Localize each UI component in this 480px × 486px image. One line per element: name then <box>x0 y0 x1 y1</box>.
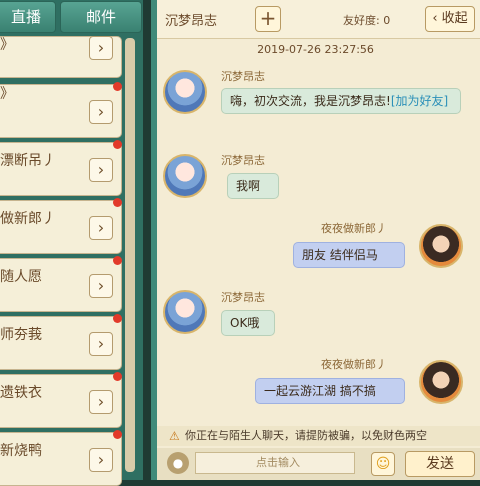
sender-name: 夜夜做新郎丿 <box>321 222 387 235</box>
chevron-right-icon[interactable]: › <box>89 158 113 182</box>
chevron-right-icon[interactable]: › <box>89 100 113 124</box>
input-bar: ● 点击输入 ☺ 发送 <box>157 448 480 480</box>
chevron-right-icon[interactable]: › <box>89 216 113 240</box>
unread-dot <box>113 256 122 265</box>
emoji-icon[interactable]: ☺ <box>371 452 395 476</box>
message-bubble: OK哦 <box>221 310 275 336</box>
message-text: OK哦 <box>230 316 260 330</box>
sender-name: 沉梦昂志 <box>221 154 265 167</box>
notice-text: 你正在与陌生人聊天，请提防被骗，以免财色两空 <box>185 429 427 442</box>
unread-dot <box>113 372 122 381</box>
contact-item[interactable]: 师夯莪 › <box>0 314 122 370</box>
chat-title: 沉梦昂志 <box>165 14 218 29</box>
chat-header: 沉梦昂志 + 友好度: 0 ‹ 收起 <box>157 0 480 39</box>
panel-border <box>151 0 157 480</box>
message-bubble: 朋友 结伴侣马 <box>293 242 405 268</box>
avatar[interactable] <box>163 154 207 198</box>
contact-item[interactable]: 遗铁衣 › <box>0 372 122 428</box>
contact-item[interactable]: 随人愿 › <box>0 256 122 312</box>
contacts-panel: 直播 邮件 》 › 》 › 漂断吊丿 › 做新郎丿 › 随人愿 › 师夯莪 › … <box>0 0 143 486</box>
send-button[interactable]: 发送 <box>405 451 475 477</box>
contact-item[interactable]: 新烧鸭 › <box>0 430 122 486</box>
unread-dot <box>113 198 122 207</box>
unread-dot <box>113 430 122 439</box>
message-timestamp: 2019-07-26 23:27:56 <box>257 43 374 56</box>
message-text: 一起云游江湖 搞不搞 <box>264 384 376 398</box>
chevron-right-icon[interactable]: › <box>89 390 113 414</box>
safety-notice: ⚠ 你正在与陌生人聊天，请提防被骗，以免财色两空 <box>157 426 480 446</box>
contact-name: 新烧鸭 <box>0 443 42 459</box>
collapse-button[interactable]: ‹ 收起 <box>425 6 475 32</box>
sender-name: 沉梦昂志 <box>221 291 265 304</box>
message-input[interactable]: 点击输入 <box>195 452 355 474</box>
contact-item[interactable]: 》 › <box>0 36 122 78</box>
message-bubble: 一起云游江湖 搞不搞 <box>255 378 405 404</box>
tab-mail[interactable]: 邮件 <box>60 1 142 33</box>
avatar[interactable] <box>419 360 463 404</box>
contact-name: 》 <box>0 86 14 102</box>
contact-item[interactable]: 》 › <box>0 82 122 138</box>
contacts-scrollbar[interactable] <box>125 38 135 472</box>
friendship-value: 0 <box>383 14 391 27</box>
microphone-icon[interactable]: ● <box>167 452 189 474</box>
chevron-right-icon[interactable]: › <box>89 36 113 60</box>
message-text: 我啊 <box>236 179 261 193</box>
avatar[interactable] <box>419 224 463 268</box>
add-friend-button[interactable]: + <box>255 6 281 32</box>
sender-name: 沉梦昂志 <box>221 70 265 83</box>
unread-dot <box>113 82 122 91</box>
chevron-right-icon[interactable]: › <box>89 448 113 472</box>
avatar[interactable] <box>163 290 207 334</box>
message-bubble: 嗨，初次交流，我是沉梦昂志![加为好友] <box>221 88 461 114</box>
friendship-label: 友好度: <box>343 14 380 27</box>
contact-name: 》 <box>0 37 14 53</box>
chevron-right-icon[interactable]: › <box>89 332 113 356</box>
message-bubble: 我啊 <box>227 173 279 199</box>
friendship-display: 友好度: 0 <box>343 12 390 28</box>
avatar[interactable] <box>163 70 207 114</box>
contact-item[interactable]: 做新郎丿 › <box>0 198 122 254</box>
add-friend-link[interactable]: [加为好友] <box>391 94 448 108</box>
contact-name: 师夯莪 <box>0 327 42 343</box>
chevron-right-icon[interactable]: › <box>89 274 113 298</box>
unread-dot <box>113 314 122 323</box>
unread-dot <box>113 140 122 149</box>
message-text: 朋友 结伴侣马 <box>302 248 378 262</box>
contact-name: 随人愿 <box>0 269 42 285</box>
contact-name: 做新郎丿 <box>0 211 56 227</box>
contact-item[interactable]: 漂断吊丿 › <box>0 140 122 196</box>
warning-icon: ⚠ <box>169 429 180 443</box>
sender-name: 夜夜做新郎丿 <box>321 358 387 371</box>
tab-bar: 直播 邮件 <box>0 0 143 34</box>
contact-name: 漂断吊丿 <box>0 153 56 169</box>
message-text: 嗨，初次交流，我是沉梦昂志! <box>230 94 391 108</box>
chat-panel: 沉梦昂志 + 友好度: 0 ‹ 收起 2019-07-26 23:27:56 沉… <box>151 0 480 480</box>
tab-live[interactable]: 直播 <box>0 1 56 33</box>
contact-name: 遗铁衣 <box>0 385 42 401</box>
